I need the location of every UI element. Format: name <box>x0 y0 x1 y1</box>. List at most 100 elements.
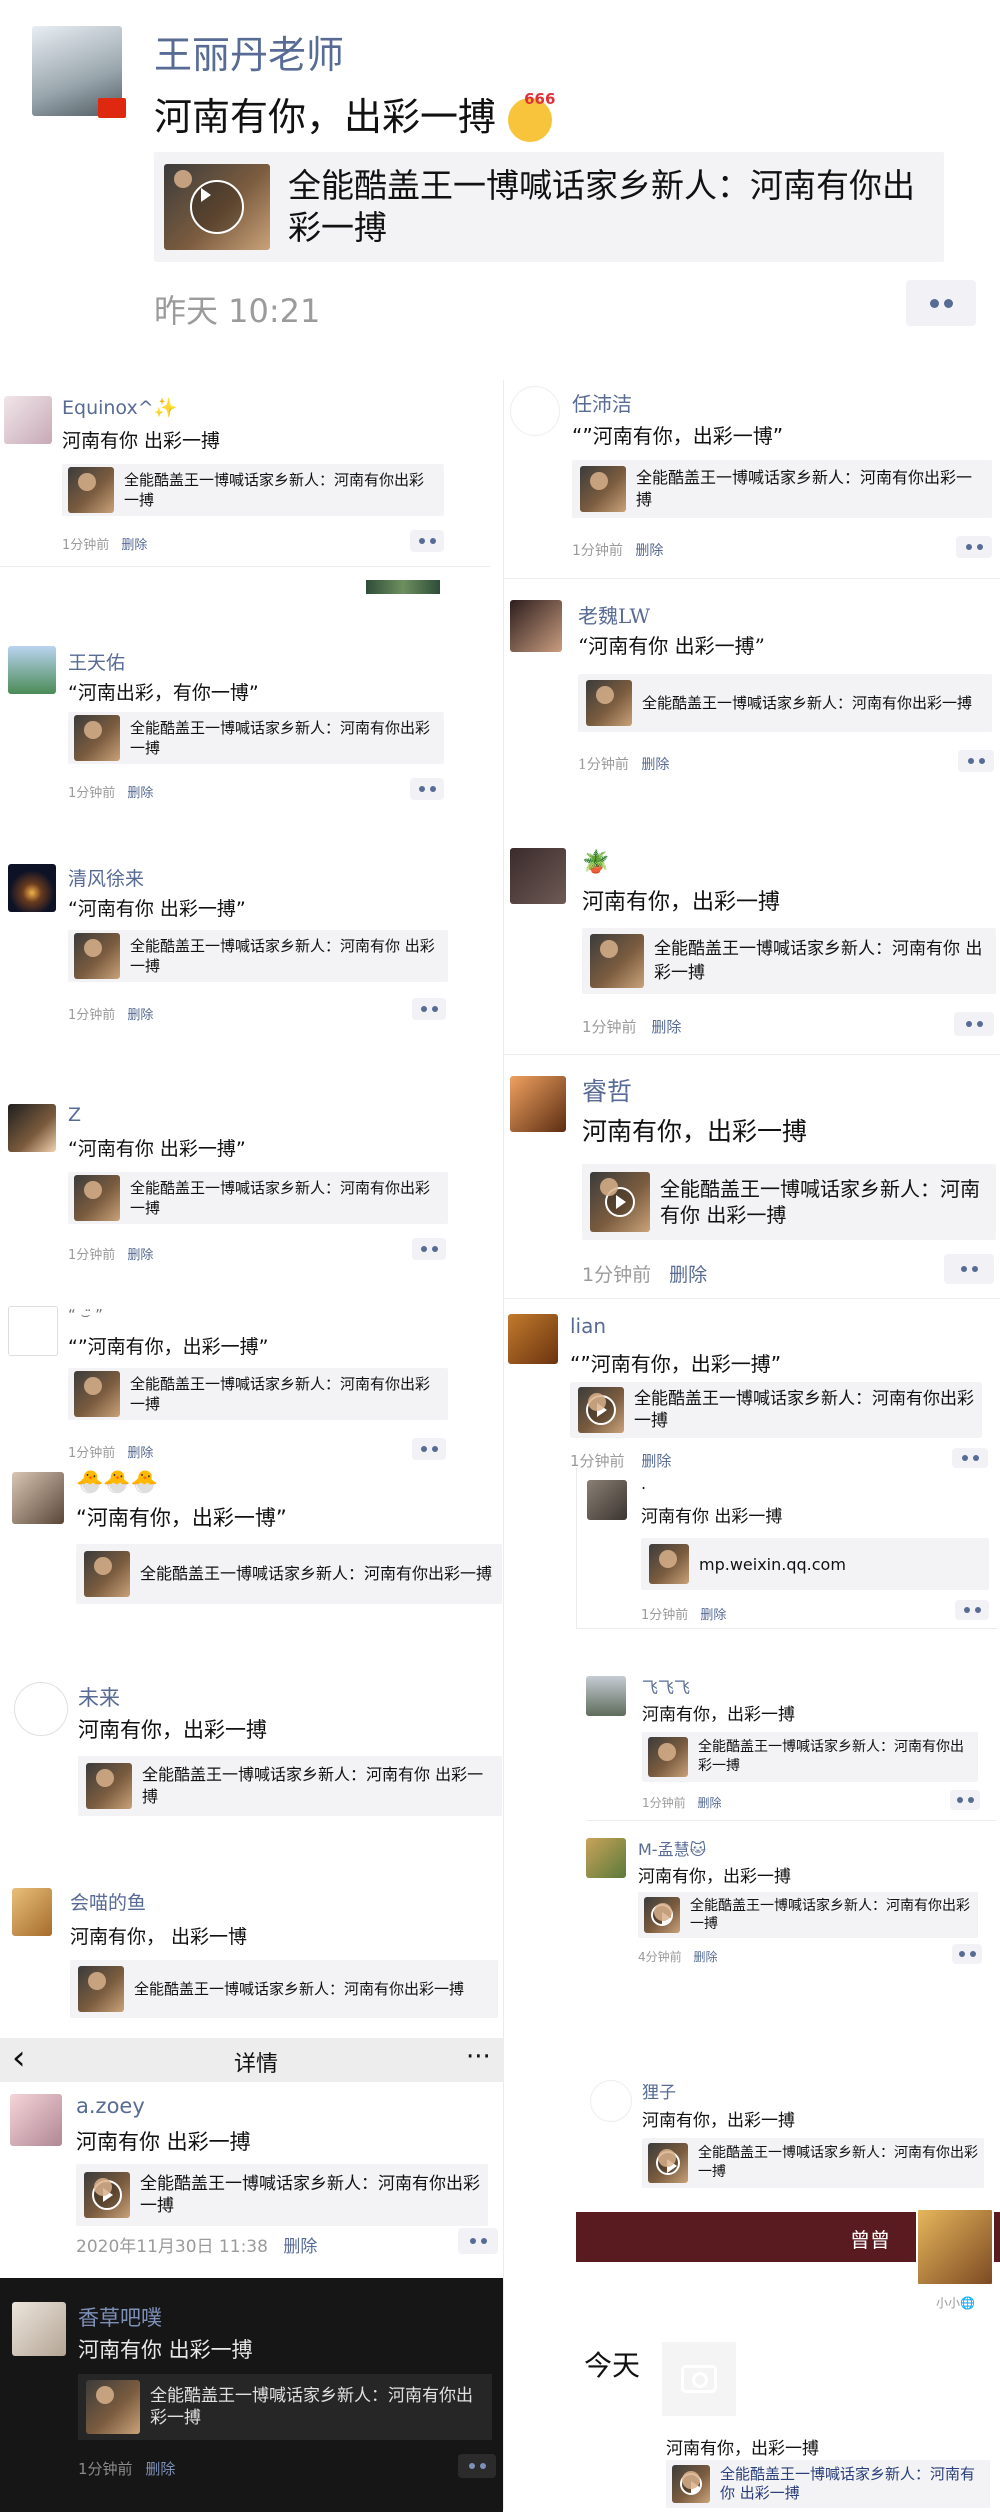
author-name[interactable]: M-孟慧🐱 <box>638 1836 706 1860</box>
author-name[interactable]: 狸子 <box>642 2078 676 2103</box>
link-card[interactable]: mp.weixin.qq.com <box>641 1538 989 1590</box>
link-card[interactable]: 全能酷盖王一博喊话家乡新人：河南有你出彩一搏 <box>68 1368 448 1420</box>
avatar[interactable] <box>508 1314 558 1364</box>
author-name[interactable]: 睿哲 <box>582 1072 632 1108</box>
avatar[interactable] <box>8 1306 58 1356</box>
link-card[interactable]: 全能酷盖王一博喊话家乡新人：河南有你出彩一搏 <box>78 2374 492 2440</box>
link-card[interactable]: 全能酷盖王一博喊话家乡新人：河南有你 出彩一搏 <box>582 1164 996 1240</box>
post-text: “”河南有你，出彩一搏” <box>570 1352 782 1376</box>
more-button[interactable] <box>410 778 444 800</box>
avatar[interactable] <box>510 386 560 436</box>
author-name[interactable]: 任沛洁 <box>572 388 632 417</box>
delete-link[interactable]: 删除 <box>635 543 663 559</box>
back-icon[interactable]: ‹ <box>12 2038 26 2078</box>
link-card[interactable]: 全能酷盖王一博喊话家乡新人：河南有你出彩一搏 <box>154 152 944 262</box>
delete-link[interactable]: 删除 <box>127 786 153 801</box>
more-button[interactable] <box>956 536 992 558</box>
delete-link[interactable]: 删除 <box>145 2460 175 2478</box>
author-name[interactable]: 会喵的鱼 <box>70 1888 146 1915</box>
more-button[interactable] <box>952 1448 988 1468</box>
delete-link[interactable]: 删除 <box>693 1950 717 1964</box>
link-card[interactable]: 全能酷盖王一博喊话家乡新人：河南有你出彩一搏 <box>70 1960 498 2018</box>
avatar[interactable] <box>14 1682 68 1736</box>
delete-link[interactable]: 删除 <box>697 1796 721 1810</box>
link-card[interactable]: 全能酷盖王一博喊话家乡新人：河南有你出彩一搏 <box>642 1732 978 1782</box>
link-card[interactable]: 全能酷盖王一博喊话家乡新人：河南有你出彩一搏 <box>570 1382 982 1438</box>
delete-link[interactable]: 删除 <box>669 1264 707 1286</box>
author-name[interactable]: 飞飞飞 <box>642 1674 690 1698</box>
link-card[interactable]: 全能酷盖王一博喊话家乡新人：河南有你出彩一搏 <box>642 2138 984 2188</box>
author-name[interactable]: lian <box>570 1314 606 1338</box>
avatar[interactable] <box>8 864 56 912</box>
right-post-6: . 河南有你 出彩一搏 mp.weixin.qq.com 1分钟前 删除 <box>576 1468 997 1629</box>
delete-link[interactable]: 删除 <box>283 2237 317 2257</box>
author-name[interactable]: 🪴 <box>582 850 609 875</box>
link-card[interactable]: 全能酷盖王一博喊话家乡新人：河南有你 出彩一搏 <box>582 928 996 994</box>
author-name[interactable]: 王丽丹老师 <box>154 24 344 79</box>
author-name[interactable]: 清风徐来 <box>68 864 144 891</box>
delete-link[interactable]: 删除 <box>700 1608 726 1623</box>
more-button[interactable] <box>412 998 446 1020</box>
delete-link[interactable]: 删除 <box>121 538 147 553</box>
author-name[interactable]: “ ⌣̈ ” <box>68 1306 103 1324</box>
author-name[interactable]: 香草吧噗 <box>78 2302 162 2332</box>
link-card[interactable]: 全能酷盖王一博喊话家乡新人：河南有你出彩一搏 <box>572 460 992 518</box>
detail-title: 详情 <box>234 2052 279 2077</box>
delete-link[interactable]: 删除 <box>127 1446 153 1461</box>
more-button[interactable] <box>458 2454 496 2478</box>
avatar[interactable] <box>10 2094 62 2146</box>
delete-link[interactable]: 删除 <box>641 757 669 773</box>
more-button[interactable] <box>412 1238 446 1260</box>
more-button[interactable] <box>955 1600 989 1620</box>
more-icon[interactable]: ··· <box>466 2042 491 2072</box>
avatar[interactable] <box>12 2302 66 2356</box>
avatar[interactable] <box>587 1480 627 1520</box>
avatar[interactable] <box>586 1676 626 1716</box>
video-thumbnail <box>644 1897 680 1933</box>
more-button[interactable] <box>958 750 994 772</box>
more-button[interactable] <box>952 1944 982 1964</box>
delete-link[interactable]: 删除 <box>651 1018 681 1036</box>
link-card[interactable]: 全能酷盖王一博喊话家乡新人：河南有你出彩一搏 <box>76 1544 502 1604</box>
delete-link[interactable]: 删除 <box>127 1008 153 1023</box>
avatar[interactable] <box>590 2080 632 2122</box>
more-button[interactable] <box>950 1790 980 1810</box>
more-button[interactable] <box>458 2228 498 2254</box>
author-name[interactable]: Z <box>68 1104 81 1126</box>
avatar[interactable] <box>510 848 566 904</box>
more-button[interactable] <box>954 1012 994 1036</box>
author-name[interactable]: 王天佑 <box>68 648 125 675</box>
avatar[interactable] <box>586 1838 626 1878</box>
link-card[interactable]: 全能酷盖王一博喊话家乡新人：河南有你出彩一搏 <box>638 1892 978 1938</box>
avatar[interactable] <box>510 600 562 652</box>
link-card[interactable]: 全能酷盖王一博喊话家乡新人：河南有你出彩一搏 <box>68 712 444 764</box>
author-name[interactable]: . <box>641 1474 646 1493</box>
more-button[interactable] <box>410 530 444 552</box>
avatar[interactable] <box>510 1076 566 1132</box>
delete-link[interactable]: 删除 <box>127 1248 153 1263</box>
author-name[interactable]: 未来 <box>78 1682 120 1712</box>
link-card[interactable]: 全能酷盖王一博喊话家乡新人：河南有你 出彩一搏 <box>78 1756 502 1816</box>
today-link-card[interactable]: 全能酷盖王一博喊话家乡新人：河南有你 出彩一搏 <box>666 2460 990 2508</box>
banner-avatar[interactable] <box>916 2208 994 2286</box>
avatar[interactable] <box>12 1888 52 1936</box>
author-name[interactable]: 🐣🐣🐣 <box>76 1470 158 1495</box>
link-card[interactable]: 全能酷盖王一博喊话家乡新人：河南有你出彩一搏 <box>76 2164 488 2226</box>
post-time: 1分钟前 删除 <box>78 2458 175 2479</box>
link-card[interactable]: 全能酷盖王一博喊话家乡新人：河南有你 出彩一搏 <box>68 930 448 982</box>
more-button[interactable] <box>412 1438 446 1460</box>
avatar[interactable] <box>4 396 52 444</box>
author-name[interactable]: 老魏LW <box>578 600 650 629</box>
avatar[interactable] <box>8 646 56 694</box>
link-card[interactable]: 全能酷盖王一博喊话家乡新人：河南有你出彩一搏 <box>62 464 444 516</box>
more-button[interactable] <box>906 280 976 326</box>
avatar[interactable] <box>12 1472 64 1524</box>
link-card[interactable]: 全能酷盖王一博喊话家乡新人：河南有你出彩一搏 <box>68 1172 448 1224</box>
author-name[interactable]: a.zoey <box>76 2094 145 2118</box>
avatar[interactable] <box>32 26 126 118</box>
camera-placeholder[interactable] <box>662 2342 736 2416</box>
more-button[interactable] <box>944 1254 994 1284</box>
author-name[interactable]: Equinox^✨ <box>62 396 177 419</box>
link-card[interactable]: 全能酷盖王一博喊话家乡新人：河南有你出彩一搏 <box>578 674 992 732</box>
avatar[interactable] <box>8 1104 56 1152</box>
